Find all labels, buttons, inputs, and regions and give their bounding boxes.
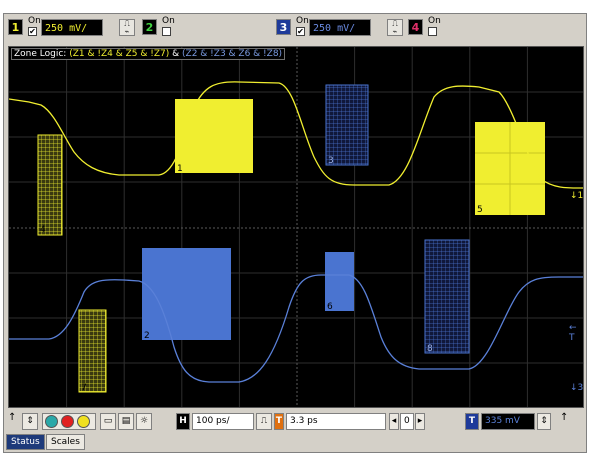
trigger-level-spinner[interactable]: ⇕: [537, 413, 551, 430]
zone-logic-expression[interactable]: Zone Logic: (Z1 & !Z4 & Z5 & !Z7) & (Z2 …: [11, 48, 286, 60]
channel-bar: 1 On ✔ 250 mV/ ⎍ ⌁ 2 On 3 On ✔ 250 mV/ ⎍ ⌁…: [4, 14, 586, 44]
zone-logic-label: Zone Logic:: [14, 49, 67, 59]
scope-display[interactable]: 1 4 3 5 2 6 7 8 Zone Logic: (Z1 & !Z4 & …: [8, 46, 584, 408]
zone-label-4: 4: [40, 225, 46, 235]
print-icon[interactable]: ▤: [118, 413, 134, 430]
zone-label-8: 8: [427, 344, 433, 354]
channel-2-on-checkbox[interactable]: [162, 27, 171, 36]
trigger-level-field[interactable]: 335 mV: [481, 413, 535, 430]
channel-2-button[interactable]: 2: [142, 19, 157, 35]
channel-1-on-checkbox[interactable]: ✔: [28, 27, 37, 36]
zone-1[interactable]: [175, 99, 253, 173]
zone-logic-blue-expression: (Z2 & !Z3 & Z6 & !Z8): [182, 49, 283, 59]
channel-2-on-label: On: [162, 16, 175, 26]
zone-label-5: 5: [477, 205, 483, 215]
channel-3-on-checkbox[interactable]: ✔: [296, 27, 305, 36]
zone-label-6: 6: [327, 302, 333, 312]
channel-1-ground-marker[interactable]: ↓1: [570, 191, 583, 201]
channel-1-button[interactable]: 1: [8, 19, 23, 35]
red-dot-icon[interactable]: [61, 415, 74, 428]
yellow-dot-icon[interactable]: [77, 415, 90, 428]
horizontal-scale-control[interactable]: ⎍: [256, 413, 272, 430]
zone-2[interactable]: [142, 248, 231, 340]
tab-scales[interactable]: Scales: [46, 434, 85, 450]
channel-1-on-label: On: [28, 16, 41, 26]
channel-3-scale-field[interactable]: 250 mV/: [309, 19, 371, 36]
bottom-control-bar: ↑ ⇕ ▭ ▤ ☼ H 100 ps/ ⎍ T 3.3 ps ◂ 0 ▸ T 3…: [4, 410, 586, 432]
zone-7[interactable]: [78, 309, 107, 393]
waveform-canvas: 1 4 3 5 2 6 7 8: [9, 47, 583, 407]
delay-field[interactable]: 3.3 ps: [286, 413, 386, 430]
horizontal-label[interactable]: H: [176, 413, 190, 430]
zone-label-2: 2: [144, 331, 150, 341]
zone-8[interactable]: [424, 239, 470, 354]
trigger-label[interactable]: T: [465, 413, 479, 430]
trigger-level-marker[interactable]: ← T: [569, 323, 583, 343]
channel-4-on-label: On: [428, 16, 441, 26]
nav-value-field[interactable]: 0: [400, 413, 414, 430]
zone-label-7: 7: [81, 383, 87, 393]
delay-label[interactable]: T: [274, 413, 284, 430]
zone-4[interactable]: [37, 134, 63, 236]
channel-3-ground-marker[interactable]: ↓3: [570, 383, 583, 393]
nav-right-icon[interactable]: ▸: [415, 413, 425, 430]
trigger-edge-icon: ↑: [8, 412, 17, 423]
spin-control-button[interactable]: ⇕: [22, 413, 38, 430]
channel-1-scale-field[interactable]: 250 mV/: [41, 19, 103, 36]
tab-status[interactable]: Status: [6, 434, 45, 450]
channel-1-scale-control[interactable]: ⎍ ⌁: [119, 19, 135, 36]
zone-logic-and: &: [172, 49, 180, 59]
cyan-dot-icon[interactable]: [45, 415, 58, 428]
channel-4-button[interactable]: 4: [408, 19, 423, 35]
channel-3-button[interactable]: 3: [276, 19, 291, 35]
channel-4-on-checkbox[interactable]: [428, 27, 437, 36]
zone-3[interactable]: [325, 84, 369, 166]
zone-label-1: 1: [177, 164, 183, 174]
horizontal-scale-field[interactable]: 100 ps/: [192, 413, 254, 430]
color-buttons-group: [42, 413, 96, 430]
trigger-slope-icon: ↑: [560, 412, 569, 423]
channel-3-on-label: On: [296, 16, 309, 26]
zone-label-3: 3: [328, 156, 334, 166]
display-icon[interactable]: ▭: [100, 413, 116, 430]
zone-logic-yellow-expression: (Z1 & !Z4 & Z5 & !Z7): [69, 49, 170, 59]
nav-left-icon[interactable]: ◂: [389, 413, 399, 430]
channel-3-scale-control[interactable]: ⎍ ⌁: [387, 19, 403, 36]
oscilloscope-window: 1 On ✔ 250 mV/ ⎍ ⌁ 2 On 3 On ✔ 250 mV/ ⎍ ⌁…: [3, 13, 587, 453]
brightness-icon[interactable]: ☼: [136, 413, 152, 430]
